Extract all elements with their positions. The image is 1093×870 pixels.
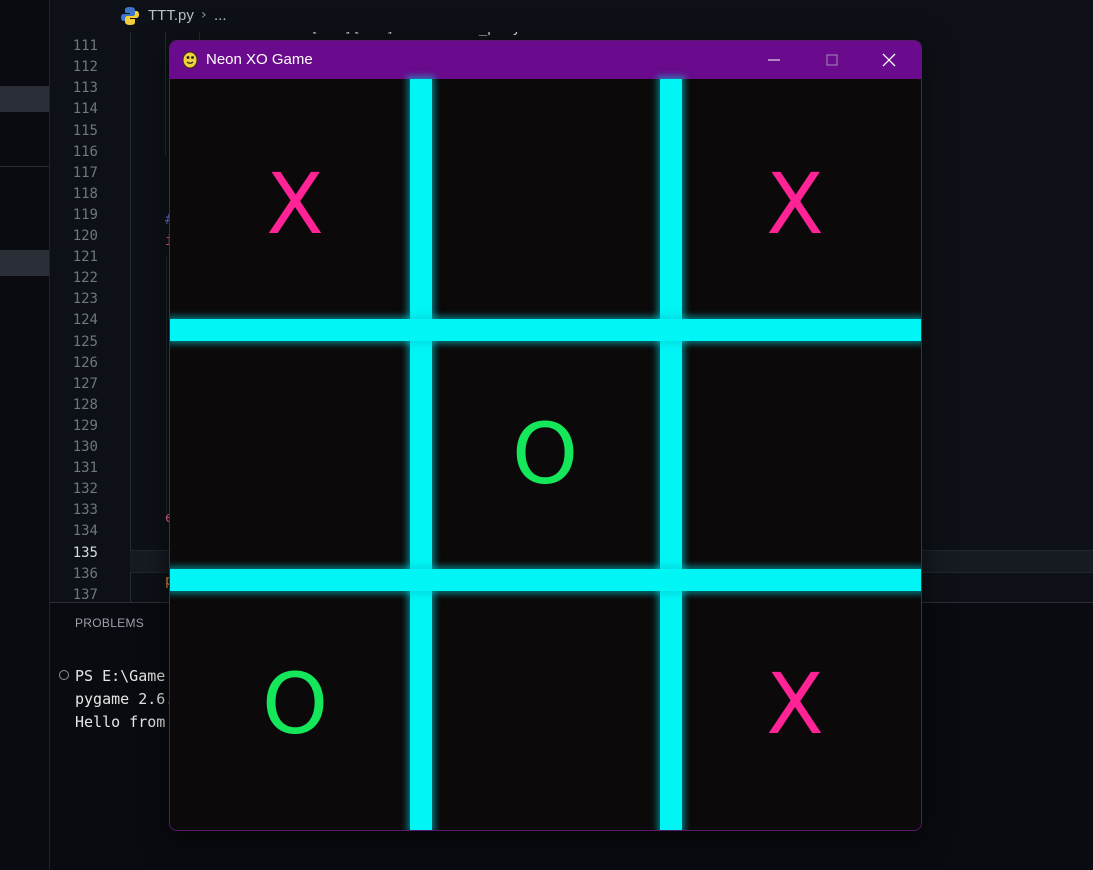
breadcrumb-separator: ›: [201, 7, 207, 23]
line-number: 127: [72, 375, 98, 392]
line-number: 112: [72, 59, 98, 76]
line-number: 129: [72, 417, 98, 434]
line-number: 126: [72, 354, 98, 371]
line-number: 137: [72, 586, 98, 602]
tab-problems[interactable]: PROBLEMS: [75, 616, 144, 630]
line-number: 134: [72, 523, 98, 540]
close-button[interactable]: [860, 41, 918, 79]
activity-separator: [0, 166, 49, 167]
board-cell-0-0[interactable]: X: [170, 79, 420, 329]
board-cell-0-2[interactable]: X: [670, 79, 920, 329]
window-titlebar[interactable]: Neon XO Game: [170, 41, 921, 79]
line-number: 116: [72, 143, 98, 160]
python-file-icon: [121, 7, 139, 25]
window-title: Neon XO Game: [206, 51, 313, 68]
board-cell-1-0[interactable]: [170, 329, 420, 579]
game-window: Neon XO Game X X O O X: [169, 40, 922, 831]
line-number: 119: [72, 206, 98, 223]
line-number: 131: [72, 460, 98, 477]
line-number: 118: [72, 185, 98, 202]
terminal-line: Hello from: [75, 713, 166, 731]
minimize-button[interactable]: [745, 41, 803, 79]
line-number: 120: [72, 228, 98, 244]
board-cell-1-1[interactable]: O: [420, 329, 670, 579]
line-number: 135: [72, 544, 98, 561]
breadcrumb-more[interactable]: ...: [214, 7, 227, 24]
line-number: 114: [72, 101, 98, 118]
indent-guide: [130, 26, 131, 602]
line-number: 133: [72, 502, 98, 519]
line-number: 128: [72, 396, 98, 413]
terminal-status-dot: [59, 670, 69, 680]
activity-highlight: [0, 250, 49, 276]
breadcrumb-file[interactable]: TTT.py: [148, 7, 194, 24]
close-icon: [882, 53, 896, 67]
line-number: 121: [72, 249, 98, 266]
indent-guide: [166, 256, 167, 514]
pygame-snake-icon: [182, 51, 198, 69]
maximize-icon: [826, 54, 838, 66]
board-cell-2-1[interactable]: [420, 579, 670, 829]
line-number: 111: [72, 38, 98, 55]
line-number-gutter: 1101111121131141151161171181191201211221…: [50, 26, 130, 602]
line-number: 122: [72, 270, 98, 287]
board-cell-0-1[interactable]: [420, 79, 670, 329]
line-number: 113: [72, 80, 98, 97]
terminal-line: pygame 2.6.: [75, 690, 175, 708]
line-number: 132: [72, 481, 98, 498]
board-cell-2-2[interactable]: X: [670, 579, 920, 829]
line-number: 123: [72, 291, 98, 308]
line-number: 136: [72, 565, 98, 582]
terminal-line: PS E:\Game: [75, 667, 166, 685]
line-number: 125: [72, 333, 98, 350]
game-board[interactable]: X X O O X: [170, 79, 921, 830]
line-number: 115: [72, 122, 98, 139]
board-cell-2-0[interactable]: O: [170, 579, 420, 829]
activity-highlight: [0, 86, 49, 112]
activity-bar: [0, 0, 50, 869]
indent-guide: [165, 26, 166, 156]
line-number: 117: [72, 164, 98, 181]
board-cell-1-2[interactable]: [670, 329, 920, 579]
breadcrumb: TTT.py › ...: [50, 0, 1093, 32]
line-number: 130: [72, 439, 98, 455]
maximize-button[interactable]: [803, 41, 861, 79]
minimize-icon: [768, 59, 780, 61]
line-number: 124: [72, 312, 98, 329]
